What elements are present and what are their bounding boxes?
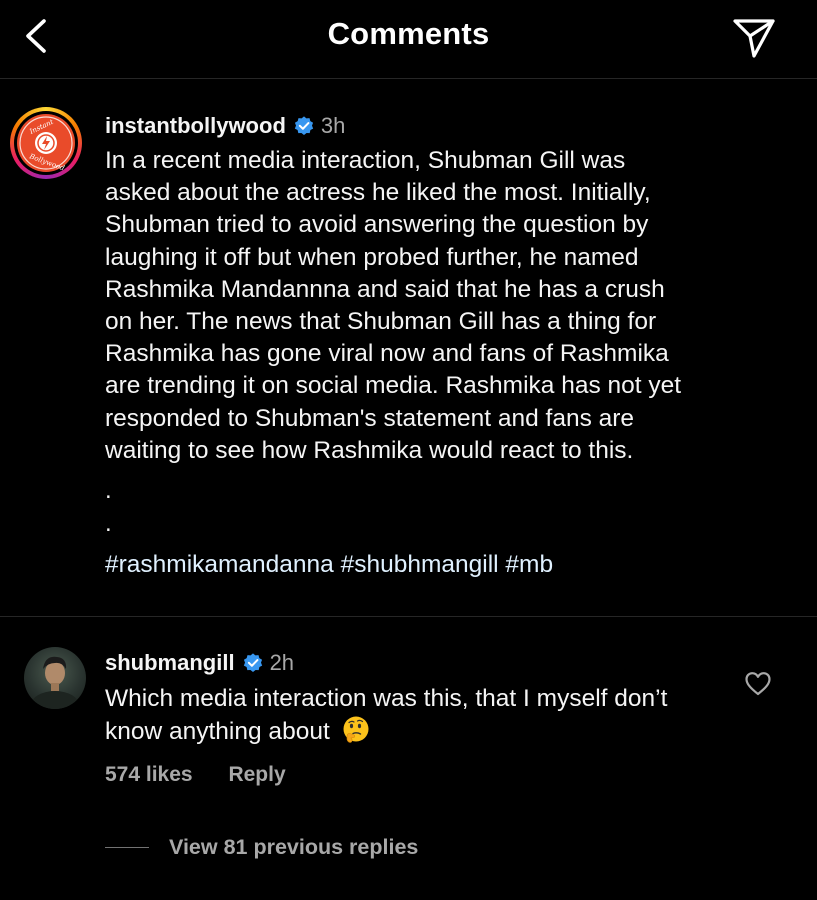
caption-text: In a recent media interaction, Shubman G…	[105, 147, 682, 464]
caption-dot: .	[105, 477, 112, 504]
page-title: Comments	[327, 16, 490, 51]
avatar[interactable]	[24, 647, 86, 709]
post-timestamp: 3h	[320, 113, 346, 138]
post-author-row: instantbollywood 3h	[105, 111, 345, 141]
like-count[interactable]: 574 likes	[105, 763, 193, 786]
comment-text-block: Which media interaction was this, that I…	[105, 683, 715, 748]
thinking-face-emoji-icon	[343, 716, 369, 744]
comment-username[interactable]: shubmangill	[105, 650, 235, 676]
replies-divider-line	[105, 847, 149, 848]
post-caption: Instant Bollywood instantbollywood 3h In…	[0, 79, 817, 617]
comments-header: Comments	[0, 0, 817, 79]
like-button[interactable]	[744, 670, 772, 698]
share-button[interactable]	[731, 14, 777, 60]
view-replies-button[interactable]: View 81 previous replies	[105, 835, 418, 860]
post-username[interactable]: instantbollywood	[105, 113, 286, 139]
verified-badge-icon	[243, 653, 262, 672]
comment-item: shubmangill 2h Which media interaction w…	[0, 617, 817, 900]
avatar[interactable]: Instant Bollywood	[10, 107, 82, 179]
instantbollywood-logo: Instant Bollywood	[17, 114, 75, 173]
heart-icon	[745, 672, 771, 696]
paper-plane-icon	[733, 19, 775, 58]
hashtags[interactable]: #rashmikamandanna #shubhmangill #mb	[105, 549, 553, 581]
comment-meta: 574 likes Reply	[105, 763, 286, 787]
caption-dot: .	[105, 510, 112, 537]
comment-timestamp: 2h	[269, 650, 295, 675]
view-replies-label: View 81 previous replies	[169, 835, 419, 859]
reply-button[interactable]: Reply	[228, 763, 285, 786]
comment-author-row: shubmangill 2h	[105, 648, 294, 678]
verified-badge-icon	[294, 116, 314, 135]
comment-text: Which media interaction was this, that I…	[105, 685, 668, 746]
